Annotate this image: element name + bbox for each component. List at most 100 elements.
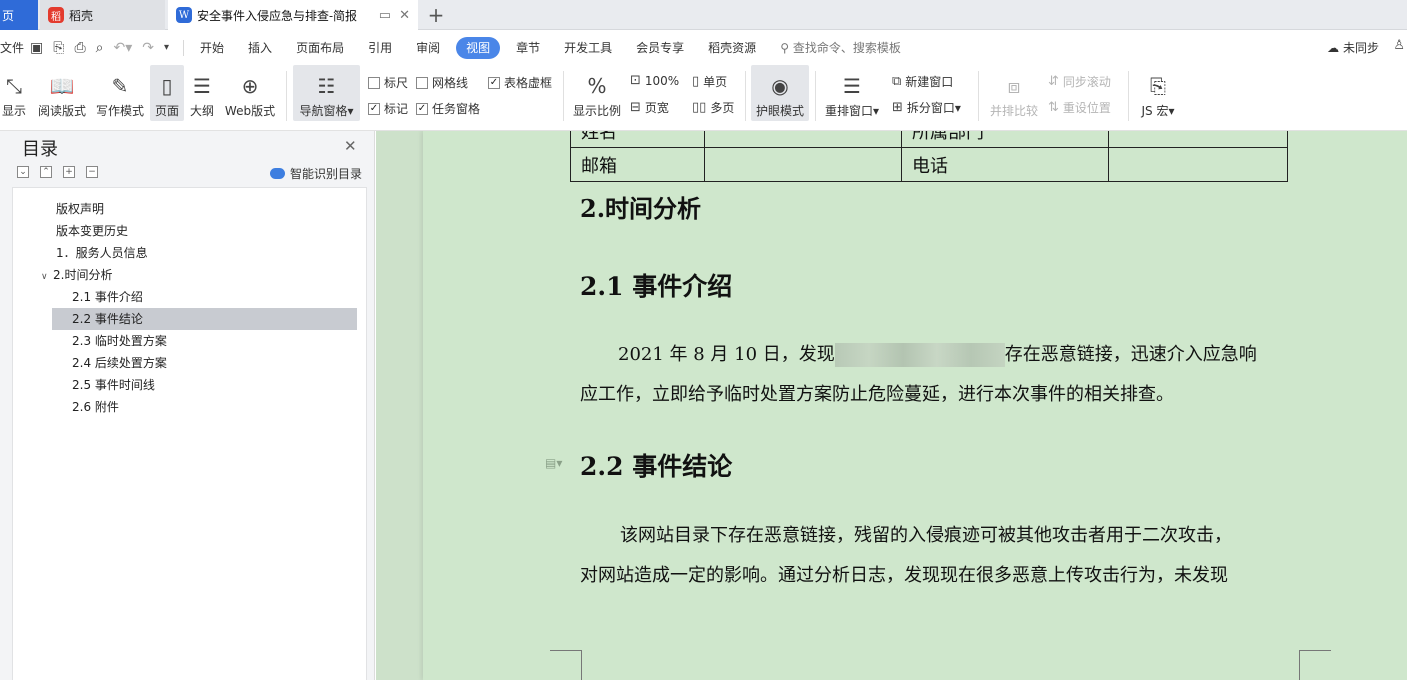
collapse-all-icon[interactable]: ⌃ (40, 166, 52, 178)
write-mode-button[interactable]: ✎ 写作模式 (94, 65, 146, 121)
split-window-label: 拆分窗口▾ (906, 101, 961, 115)
new-window-icon: ⧉ (892, 74, 902, 89)
customize-quick-access-icon[interactable]: ▾ (164, 42, 169, 53)
toc-item[interactable]: 版本变更历史 (13, 220, 366, 242)
pen-icon: ✎ (111, 74, 129, 98)
menu-chapter[interactable]: 章节 (504, 37, 552, 59)
toc-item[interactable]: 版权声明 (13, 198, 366, 220)
rearrange-window-button[interactable]: ☰ 重排窗口▾ (822, 65, 882, 121)
gridline-checkbox[interactable]: 网格线 (416, 74, 468, 91)
sync-status[interactable]: ☁ 未同步 (1327, 39, 1379, 56)
outline-view-button[interactable]: ☰ 大纲 (188, 65, 216, 121)
menu-separator (183, 39, 185, 56)
page-width-button[interactable]: ⊟ 页宽 (630, 99, 669, 116)
conclusion-line-1: 该网站目录下存在恶意链接，残留的入侵痕迹可被其他攻击者用于二次攻击， (620, 525, 1232, 546)
menu-daoke-resources[interactable]: 稻壳资源 (696, 37, 768, 59)
js-macro-button[interactable]: ⎘ JS 宏▾ (1136, 65, 1180, 121)
expand-all-icon[interactable]: ⌄ (17, 166, 29, 178)
ruler-checkbox[interactable]: 标尺 (368, 74, 408, 91)
tab-home[interactable]: 页 (0, 0, 38, 30)
writer-logo-icon: W (176, 7, 192, 23)
table-cell[interactable]: 电话 (901, 147, 1109, 182)
toc-list: 版权声明 版本变更历史 1．服务人员信息 ∨ 2.时间分析 2.1 事件介绍 2.… (12, 187, 367, 680)
chevron-down-icon[interactable]: ∨ (41, 266, 53, 288)
menu-review[interactable]: 审阅 (404, 37, 452, 59)
document-area[interactable]: 姓名 所属部门 邮箱 电话 2.时间分析 2.1 事件介绍 2021 年 8 月… (376, 131, 1407, 680)
gridline-box (416, 76, 428, 89)
menu-member[interactable]: 会员专享 (624, 37, 696, 59)
command-search[interactable]: ⚲ 查找命令、搜索模板 (780, 39, 901, 56)
ribbon-view: ⤡ 显示 📖 阅读版式 ✎ 写作模式 ▯ 页面 ☰ 大纲 ⊕ Web版式 ☷ 导… (0, 65, 1407, 131)
multi-page-button[interactable]: ▯▯ 多页 (692, 99, 734, 116)
task-pane-check-icon: ✓ (416, 102, 428, 115)
task-pane-checkbox[interactable]: ✓ 任务窗格 (416, 100, 480, 117)
redo-icon[interactable]: ↷ (142, 40, 154, 56)
zoom-button[interactable]: % 显示比例 (571, 65, 623, 121)
paragraph-conclusion: 该网站目录下存在恶意链接，残留的入侵痕迹可被其他攻击者用于二次攻击， 对网站造成… (580, 516, 1340, 596)
menu-dev-tools[interactable]: 开发工具 (552, 37, 624, 59)
table-cell[interactable] (704, 131, 902, 148)
reset-position-button[interactable]: ⇅ 重设位置 (1048, 99, 1111, 116)
table-cell[interactable]: 所属部门 (901, 131, 1109, 148)
toc-item[interactable]: 2.4 后续处置方案 (13, 352, 366, 374)
read-mode-button[interactable]: 📖 阅读版式 (36, 65, 88, 121)
eye-care-button[interactable]: ◉ 护眼模式 (751, 65, 809, 121)
print-icon[interactable]: ⎙ (74, 40, 85, 56)
undo-icon[interactable]: ↶▾ (114, 40, 133, 56)
table-cell[interactable] (704, 147, 902, 182)
multi-page-icon: ▯▯ (692, 100, 707, 115)
zoom-100-button[interactable]: ⊡ 100% (630, 73, 679, 88)
save-icon[interactable]: ▣ (30, 40, 43, 56)
search-icon: ⚲ (780, 41, 789, 55)
toc-item[interactable]: 2.3 临时处置方案 (13, 330, 366, 352)
toc-item[interactable]: 2.5 事件时间线 (13, 374, 366, 396)
tab-document-label: 安全事件入侵应急与排查-简报 (197, 8, 358, 23)
print-preview-icon[interactable]: ⌕ (96, 40, 104, 56)
toc-item[interactable]: 2.6 附件 (13, 396, 366, 418)
nav-pane-button[interactable]: ☷ 导航窗格▾ (293, 65, 360, 121)
toc-item[interactable]: 1．服务人员信息 (13, 242, 366, 264)
tab-document[interactable]: W 安全事件入侵应急与排查-简报 ▭ ✕ (168, 0, 418, 30)
rearrange-window-label: 重排窗口▾ (824, 104, 880, 118)
sync-scroll-button[interactable]: ⇵ 同步滚动 (1048, 73, 1111, 90)
table-cell[interactable] (1108, 131, 1288, 148)
table-cell[interactable]: 邮箱 (570, 147, 705, 182)
close-icon[interactable]: ✕ (344, 137, 357, 155)
remove-heading-icon[interactable]: − (86, 166, 98, 178)
tab-daoke[interactable]: 稻 稻壳 (40, 0, 165, 30)
ruler-box (368, 76, 380, 89)
close-tab-icon[interactable]: ✕ (399, 8, 410, 23)
toc-item[interactable]: ∨ 2.时间分析 (13, 264, 366, 286)
table-cell[interactable]: 姓名 (570, 131, 705, 148)
document-page[interactable]: 姓名 所属部门 邮箱 电话 2.时间分析 2.1 事件介绍 2021 年 8 月… (423, 131, 1407, 680)
share-person-icon[interactable]: ♙ (1393, 38, 1405, 53)
smart-toc-button[interactable]: 智能识别目录 (270, 165, 362, 182)
side-by-side-button[interactable]: ⧈ 并排比较 (986, 65, 1042, 121)
single-page-button[interactable]: ▯ 单页 (692, 73, 727, 90)
menu-insert[interactable]: 插入 (236, 37, 284, 59)
toc-item-selected[interactable]: 2.2 事件结论 (52, 308, 357, 330)
show-button[interactable]: ⤡ 显示 (0, 65, 28, 121)
page-view-button[interactable]: ▯ 页面 (150, 65, 184, 121)
marks-checkbox[interactable]: ✓ 标记 (368, 100, 408, 117)
page-corner-mark (1299, 650, 1331, 680)
nav-pane-title: 目录 (22, 139, 58, 160)
paragraph-options-icon[interactable]: ▤▾ (545, 456, 562, 470)
menu-view[interactable]: 视图 (456, 36, 501, 59)
menu-file[interactable]: 文件 (0, 37, 30, 59)
menu-reference[interactable]: 引用 (356, 37, 404, 59)
menu-start[interactable]: 开始 (188, 37, 236, 59)
new-window-button[interactable]: ⧉ 新建窗口 (892, 73, 953, 90)
pin-tab-icon[interactable]: ▭ (379, 8, 391, 23)
add-heading-icon[interactable]: + (63, 166, 75, 178)
new-tab-button[interactable]: + (426, 4, 446, 26)
table-frame-checkbox[interactable]: ✓ 表格虚框 (488, 74, 552, 91)
table-cell[interactable] (1108, 147, 1288, 182)
web-view-button[interactable]: ⊕ Web版式 (222, 65, 278, 121)
menu-page-layout[interactable]: 页面布局 (284, 37, 356, 59)
export-pdf-icon[interactable]: ⎘ (53, 40, 64, 56)
split-window-button[interactable]: ⊞ 拆分窗口▾ (892, 99, 961, 116)
ribbon-divider (563, 71, 564, 121)
toc-item[interactable]: 2.1 事件介绍 (13, 286, 366, 308)
zoom-icon: % (587, 74, 607, 98)
